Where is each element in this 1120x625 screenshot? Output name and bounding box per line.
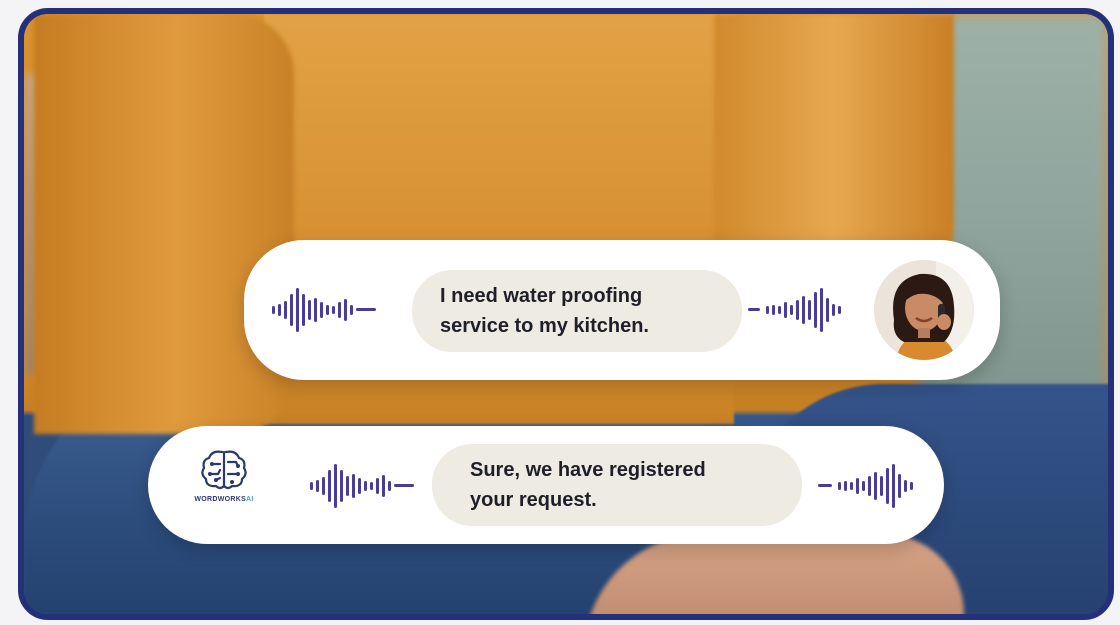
bot-reply-line2: your request. <box>470 489 597 511</box>
user-message-bubble: I need water proofing service to my kitc… <box>244 240 1000 380</box>
brand-logo-suffix: AI <box>246 496 254 503</box>
orange-sweater-sleeve <box>34 14 294 434</box>
audio-waveform-icon <box>748 288 841 332</box>
ai-brain-circuit-icon <box>201 450 247 490</box>
audio-waveform-icon <box>272 288 376 332</box>
brand-logo-name: WORDWORKS <box>194 496 247 503</box>
audio-waveform-icon <box>818 464 913 508</box>
user-avatar-illustration <box>874 260 974 360</box>
brand-logo: WORDWORKSAI <box>178 446 270 526</box>
user-message-line1: I need water proofing <box>440 285 643 307</box>
bot-reply-bubble: WORDWORKSAI Sure, we have registered you… <box>148 426 944 544</box>
user-message-text: I need water proofing service to my kitc… <box>412 270 742 352</box>
audio-waveform-icon <box>310 464 414 508</box>
user-message-line2: service to my kitchen. <box>440 315 649 337</box>
brand-logo-text: WORDWORKSAI <box>194 496 253 503</box>
bot-reply-line1: Sure, we have registered <box>470 459 706 481</box>
woman-on-phone-avatar <box>874 260 974 360</box>
hero-image-frame: I need water proofing service to my kitc… <box>18 8 1114 620</box>
bot-reply-text: Sure, we have registered your request. <box>432 444 802 526</box>
